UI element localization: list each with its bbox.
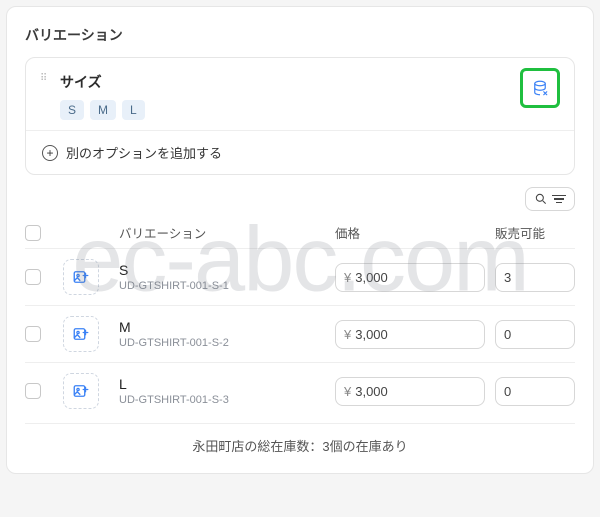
table-row: S UD-GTSHIRT-001-S-1 ¥3,000 3 <box>25 248 575 305</box>
option-chip: M <box>90 100 116 120</box>
option-values: S M L <box>60 100 560 120</box>
option-box: ⠿ サイズ S M L + 別のオプションを追加する <box>25 57 575 175</box>
add-option-button[interactable]: + 別のオプションを追加する <box>26 130 574 174</box>
variant-image-button[interactable] <box>63 259 99 295</box>
variant-image-button[interactable] <box>63 316 99 352</box>
qty-input[interactable]: 0 <box>495 320 575 349</box>
toolbar <box>25 187 575 211</box>
search-filter-button[interactable] <box>525 187 575 211</box>
variant-sku: UD-GTSHIRT-001-S-1 <box>119 280 325 292</box>
variant-image-button[interactable] <box>63 373 99 409</box>
variant-name[interactable]: S <box>119 262 325 278</box>
qty-input[interactable]: 0 <box>495 377 575 406</box>
table-header: バリエーション 価格 販売可能 <box>25 219 575 248</box>
col-variation: バリエーション <box>119 223 325 242</box>
stock-summary: 永田町店の総在庫数：3個の在庫あり <box>25 423 575 455</box>
option-chip: S <box>60 100 84 120</box>
variant-name[interactable]: M <box>119 319 325 335</box>
price-input[interactable]: ¥3,000 <box>335 320 485 349</box>
add-option-label: 別のオプションを追加する <box>66 143 222 162</box>
row-checkbox[interactable] <box>25 383 41 399</box>
option-row[interactable]: ⠿ サイズ S M L <box>26 58 574 130</box>
price-input[interactable]: ¥3,000 <box>335 263 485 292</box>
section-title: バリエーション <box>25 25 575 45</box>
table-row: M UD-GTSHIRT-001-S-2 ¥3,000 0 <box>25 305 575 362</box>
variant-sku: UD-GTSHIRT-001-S-2 <box>119 337 325 349</box>
qty-input[interactable]: 3 <box>495 263 575 292</box>
search-icon <box>534 192 548 206</box>
col-available: 販売可能 <box>495 223 575 242</box>
filter-icon <box>552 195 566 204</box>
bulk-edit-button[interactable] <box>520 68 560 108</box>
option-name: サイズ <box>60 72 560 92</box>
image-add-icon <box>72 325 90 343</box>
variant-sku: UD-GTSHIRT-001-S-3 <box>119 394 325 406</box>
row-checkbox[interactable] <box>25 326 41 342</box>
drag-handle-icon[interactable]: ⠿ <box>40 72 54 84</box>
image-add-icon <box>72 268 90 286</box>
variations-card: バリエーション ⠿ サイズ S M L + <box>6 6 594 474</box>
select-all-checkbox[interactable] <box>25 225 41 241</box>
option-chip: L <box>122 100 145 120</box>
image-add-icon <box>72 382 90 400</box>
plus-circle-icon: + <box>42 145 58 161</box>
row-checkbox[interactable] <box>25 269 41 285</box>
table-row: L UD-GTSHIRT-001-S-3 ¥3,000 0 <box>25 362 575 419</box>
col-price: 価格 <box>335 223 485 242</box>
price-input[interactable]: ¥3,000 <box>335 377 485 406</box>
database-icon <box>531 79 549 97</box>
variant-name[interactable]: L <box>119 376 325 392</box>
